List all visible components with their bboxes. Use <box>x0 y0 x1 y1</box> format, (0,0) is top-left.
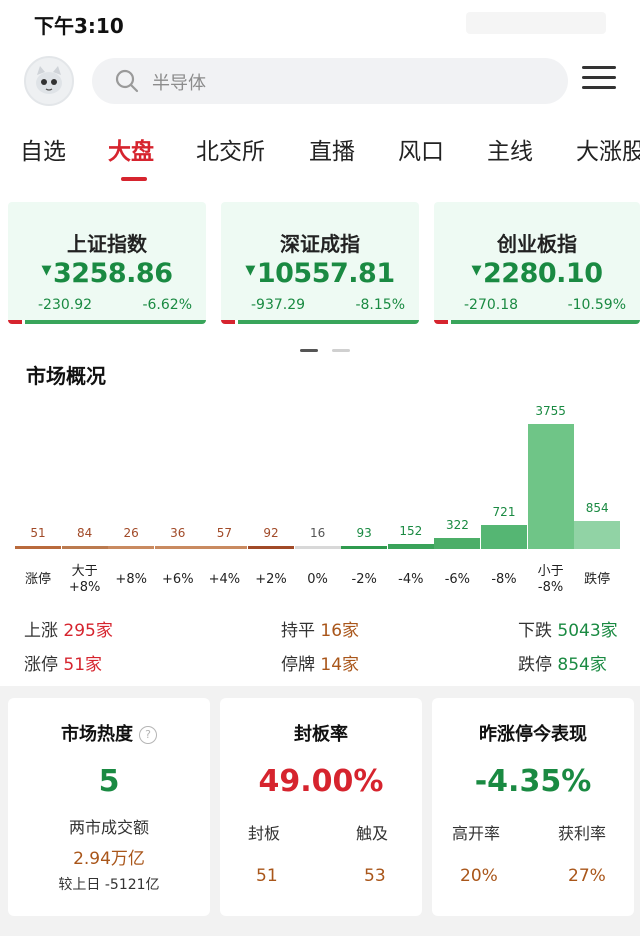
bar-fill <box>387 543 434 549</box>
card-title: 封板率 <box>294 724 348 745</box>
bar-value-label: 721 <box>492 504 516 519</box>
index-change: -937.29 <box>251 297 306 313</box>
summary-suspended: 停牌 14家 <box>281 655 360 675</box>
turnover-compare: 较上日 -5121亿 <box>58 877 160 893</box>
down-arrow-icon: ▼ <box>245 263 255 278</box>
index-value: 2280.10 <box>483 258 603 289</box>
index-name: 上证指数 <box>67 232 147 256</box>
down-arrow-icon: ▼ <box>41 263 52 278</box>
bar-fill <box>201 546 248 549</box>
bar-fill <box>61 546 108 549</box>
open-rate-value: 20% <box>460 866 498 886</box>
summary-down: 下跌 5043家 <box>518 621 618 641</box>
open-rate-label: 高开率 <box>452 824 501 843</box>
carousel-dots <box>300 337 364 356</box>
category-label: 跌停 <box>584 572 611 587</box>
bar-fill <box>574 520 621 549</box>
turnover-value: 2.94万亿 <box>73 849 145 869</box>
bar-value-label: 322 <box>445 518 469 533</box>
bar-value-label: 854 <box>585 500 609 515</box>
bar-fill <box>248 545 294 549</box>
active-tab-indicator <box>121 177 147 181</box>
index-card-shanghai[interactable]: 上证指数 ▼3258.86 -230.92 -6.62% <box>8 202 206 324</box>
summary-flat: 持平 16家 <box>281 621 360 641</box>
bar-fill <box>341 545 388 549</box>
menu-icon[interactable] <box>582 66 616 96</box>
tab-bar: 自选 大盘 北交所 直播 风口 主线 大涨股 <box>0 132 640 182</box>
help-icon[interactable]: ? <box>139 726 157 744</box>
index-percent: -6.62% <box>142 297 192 313</box>
index-change: -270.18 <box>464 297 519 313</box>
card-title: 市场热度 <box>61 724 133 745</box>
tab-watchlist[interactable]: 自选 <box>20 132 66 166</box>
tab-live[interactable]: 直播 <box>309 132 355 166</box>
cat-avatar-icon <box>36 66 62 94</box>
breadth-bar <box>434 320 640 324</box>
turnover-label: 两市成交额 <box>68 818 149 837</box>
heat-value: 5 <box>98 764 120 799</box>
touched-value: 53 <box>364 866 386 886</box>
breadth-bar <box>221 320 419 324</box>
profit-rate-value: 27% <box>568 866 606 886</box>
index-card-chinext[interactable]: 创业板指 ▼2280.10 -270.18 -10.59% <box>434 202 640 324</box>
index-percent: -10.59% <box>567 297 626 313</box>
index-percent: -8.15% <box>355 297 405 313</box>
section-title: 市场概况 <box>26 364 106 388</box>
seal-rate-value: 49.00% <box>258 764 384 799</box>
seal-rate-card[interactable]: 封板率 49.00% 封板 触及 51 53 <box>220 698 422 916</box>
avatar[interactable] <box>24 56 74 106</box>
index-name: 创业板指 <box>497 232 577 256</box>
bar-fill <box>294 546 341 549</box>
index-value: 10557.81 <box>256 258 395 289</box>
tab-trend[interactable]: 风口 <box>398 132 444 166</box>
bar-fill <box>434 538 481 549</box>
card-title: 昨涨停今表现 <box>479 724 587 745</box>
bar-fill <box>481 524 527 549</box>
tab-big-gainers[interactable]: 大涨股 <box>576 132 640 166</box>
summary-limit-up: 涨停 51家 <box>24 655 103 675</box>
search-placeholder: 半导体 <box>152 73 206 94</box>
sealed-value: 51 <box>256 866 278 886</box>
index-value: 3258.86 <box>53 258 173 289</box>
status-icons <box>466 12 606 34</box>
status-time: 下午3:10 <box>34 14 124 38</box>
bar-value-label: 3755 <box>535 404 566 418</box>
tab-market[interactable]: 大盘 <box>108 132 154 166</box>
index-change: -230.92 <box>38 297 93 313</box>
bar-fill <box>108 546 155 549</box>
breadth-bar <box>8 320 206 324</box>
index-name: 深证成指 <box>280 232 360 256</box>
search-icon <box>115 69 139 93</box>
bar-fill <box>154 546 201 549</box>
touched-label: 触及 <box>356 824 389 843</box>
market-heat-card[interactable]: 市场热度? 5 两市成交额 2.94万亿 较上日 -5121亿 <box>8 698 210 916</box>
tab-bse[interactable]: 北交所 <box>196 132 265 166</box>
bar-fill <box>15 546 61 549</box>
down-arrow-icon: ▼ <box>471 263 482 278</box>
profit-rate-label: 获利率 <box>558 824 607 843</box>
tab-mainline[interactable]: 主线 <box>487 132 533 166</box>
summary-up: 上涨 295家 <box>24 621 113 641</box>
bar-fill <box>527 424 574 549</box>
prev-limit-up-card[interactable]: 昨涨停今表现 -4.35% 高开率 获利率 20% 27% <box>432 698 634 916</box>
search-bar[interactable]: 半导体 <box>92 58 568 104</box>
sealed-label: 封板 <box>248 824 281 843</box>
index-card-shenzhen[interactable]: 深证成指 ▼10557.81 -937.29 -8.15% <box>221 202 419 324</box>
summary-limit-down: 跌停 854家 <box>518 655 607 675</box>
prev-performance-value: -4.35% <box>474 764 592 799</box>
